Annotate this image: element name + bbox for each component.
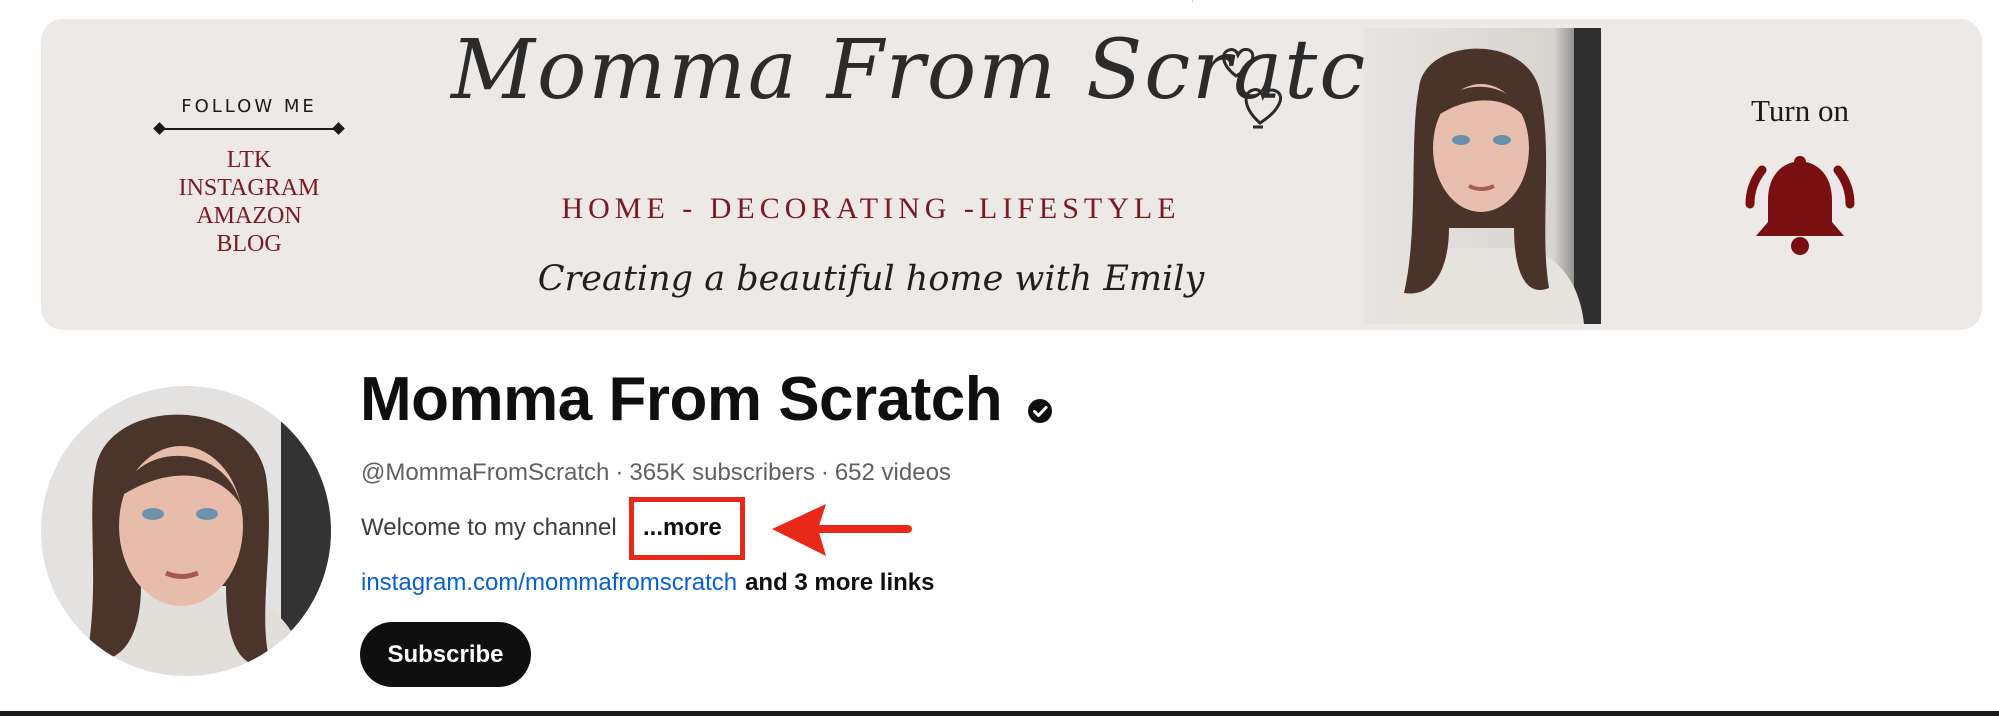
subscribe-button[interactable]: Subscribe xyxy=(360,622,531,687)
banner-subtitle: Creating a beautiful home with Emily xyxy=(537,259,1205,299)
channel-handle: @MommaFromScratch xyxy=(361,459,610,486)
follow-link-instagram: INSTAGRAM xyxy=(178,175,320,201)
follow-link-amazon: AMAZON xyxy=(196,203,302,229)
follow-links-list: LTK INSTAGRAM AMAZON BLOG xyxy=(159,146,339,258)
highlight-box xyxy=(629,497,745,560)
search-divider xyxy=(1192,0,1193,2)
subscriber-count: 365K subscribers xyxy=(629,459,815,486)
arrow-icon xyxy=(772,504,912,556)
banner-script-title: Momma From Scratch xyxy=(451,23,1422,118)
banner-portrait-photo xyxy=(1364,28,1601,324)
meta-separator: · xyxy=(820,459,829,486)
follow-me-title: FOLLOW ME xyxy=(181,96,317,117)
follow-link-blog: BLOG xyxy=(216,231,282,257)
video-count: 652 videos xyxy=(834,459,951,486)
instagram-link[interactable]: instagram.com/mommafromscratch xyxy=(361,569,737,596)
bell-icon xyxy=(1745,156,1855,255)
verified-badge-icon xyxy=(1028,399,1052,423)
channel-description: Welcome to my channel xyxy=(361,514,617,541)
bottom-divider xyxy=(0,711,1999,716)
more-links-button[interactable]: and 3 more links xyxy=(745,569,934,596)
follow-divider xyxy=(159,128,339,130)
channel-avatar[interactable] xyxy=(41,386,331,676)
follow-me-block: FOLLOW ME LTK INSTAGRAM AMAZON BLOG xyxy=(159,96,339,258)
meta-separator: · xyxy=(615,459,624,486)
channel-meta: @MommaFromScratch · 365K subscribers · 652 v… xyxy=(361,459,951,487)
turn-on-text: Turn on xyxy=(1751,93,1849,128)
banner-tagline: HOME - DECORATING -LIFESTYLE xyxy=(561,192,1181,225)
follow-link-ltk: LTK xyxy=(226,147,272,173)
channel-links: instagram.com/mommafromscratch and 3 more… xyxy=(361,569,934,597)
channel-name: Momma From Scratch xyxy=(360,365,1003,434)
channel-banner: FOLLOW ME LTK INSTAGRAM AMAZON BLOG Momm… xyxy=(41,19,1982,330)
hearts-icon xyxy=(1222,47,1282,129)
